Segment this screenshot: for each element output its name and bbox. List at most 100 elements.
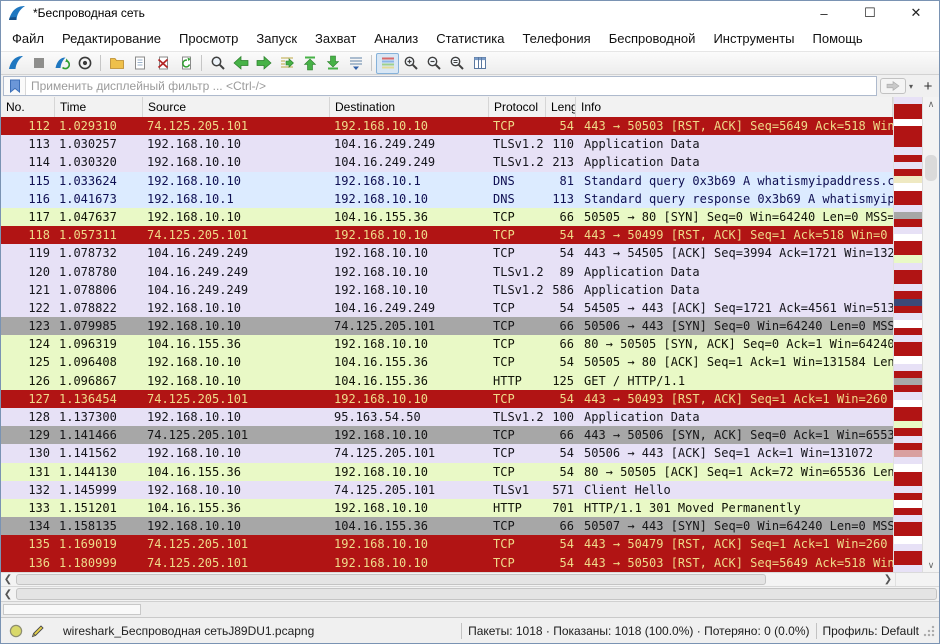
packet-row-123[interactable]: 1231.079985192.168.10.1074.125.205.101TC… <box>1 317 893 335</box>
minimap-stripe <box>894 400 922 407</box>
packet-row-130[interactable]: 1301.141562192.168.10.1074.125.205.101TC… <box>1 444 893 462</box>
cell-dst: 104.16.155.36 <box>330 517 489 535</box>
horizontal-scrollbar-list[interactable]: ❮ ❯ <box>1 572 939 586</box>
go-to-packet-icon[interactable] <box>275 53 298 74</box>
menu-item-0[interactable]: Файл <box>3 27 53 50</box>
capture-options-icon[interactable] <box>73 53 96 74</box>
packet-row-112[interactable]: 1121.02931074.125.205.101192.168.10.10TC… <box>1 117 893 135</box>
reload-file-icon[interactable] <box>174 53 197 74</box>
colorize-packets-icon[interactable] <box>376 53 399 74</box>
go-forward-icon[interactable] <box>252 53 275 74</box>
scroll-up-icon[interactable]: ∧ <box>923 97 939 111</box>
zoom-out-icon[interactable] <box>422 53 445 74</box>
horizontal-scrollbar-thumb[interactable] <box>16 574 766 585</box>
column-header-time[interactable]: Time <box>55 97 143 117</box>
close-button[interactable]: ✕ <box>893 1 939 25</box>
packet-row-122[interactable]: 1221.078822192.168.10.10104.16.249.249TC… <box>1 299 893 317</box>
packet-row-120[interactable]: 1201.078780104.16.249.249192.168.10.10TL… <box>1 263 893 281</box>
scroll-left-icon[interactable]: ❮ <box>1 573 15 586</box>
apply-filter-button[interactable] <box>880 78 906 94</box>
scroll-down-icon[interactable]: ∨ <box>923 558 939 572</box>
packet-row-125[interactable]: 1251.096408192.168.10.10104.16.155.36TCP… <box>1 353 893 371</box>
cell-no: 120 <box>1 263 55 281</box>
display-filter-input[interactable]: Применить дисплейный фильтр ... <Ctrl-/> <box>3 76 877 96</box>
packet-row-119[interactable]: 1191.078732104.16.249.249192.168.10.10TC… <box>1 244 893 262</box>
vertical-scrollbar-thumb[interactable] <box>925 155 937 181</box>
packet-row-126[interactable]: 1261.096867192.168.10.10104.16.155.36HTT… <box>1 372 893 390</box>
cell-time: 1.141562 <box>55 444 143 462</box>
packet-row-131[interactable]: 1311.144130104.16.155.36192.168.10.10TCP… <box>1 463 893 481</box>
menu-item-1[interactable]: Редактирование <box>53 27 170 50</box>
packet-row-118[interactable]: 1181.05731174.125.205.101192.168.10.10TC… <box>1 226 893 244</box>
column-header-len[interactable]: Length <box>546 97 576 117</box>
menu-item-2[interactable]: Просмотр <box>170 27 247 50</box>
packet-row-129[interactable]: 1291.14146674.125.205.101192.168.10.10TC… <box>1 426 893 444</box>
menu-item-7[interactable]: Телефония <box>513 27 599 50</box>
cell-time: 1.144130 <box>55 463 143 481</box>
cell-time: 1.029310 <box>55 117 143 135</box>
menu-item-3[interactable]: Запуск <box>247 27 306 50</box>
horizontal-scrollbar-lower[interactable]: ❮ <box>1 586 939 601</box>
menu-item-9[interactable]: Инструменты <box>704 27 803 50</box>
packet-row-121[interactable]: 1211.078806104.16.249.249192.168.10.10TL… <box>1 281 893 299</box>
menu-item-6[interactable]: Статистика <box>427 27 513 50</box>
profile-label[interactable]: Профиль: Default <box>823 624 920 638</box>
save-file-icon[interactable] <box>128 53 151 74</box>
open-file-icon[interactable] <box>105 53 128 74</box>
menu-item-4[interactable]: Захват <box>306 27 365 50</box>
column-header-info[interactable]: Info <box>576 97 893 117</box>
go-back-icon[interactable] <box>229 53 252 74</box>
packet-row-136[interactable]: 1361.18099974.125.205.101192.168.10.10TC… <box>1 554 893 572</box>
column-header-dst[interactable]: Destination <box>330 97 489 117</box>
column-header-src[interactable]: Source <box>143 97 330 117</box>
column-header-no[interactable]: No. <box>1 97 55 117</box>
filter-history-dropdown-icon[interactable]: ▾ <box>906 82 916 91</box>
filter-bookmark-icon[interactable] <box>4 77 26 95</box>
auto-scroll-icon[interactable] <box>344 53 367 74</box>
zoom-in-icon[interactable] <box>399 53 422 74</box>
cell-proto: TCP <box>489 554 546 572</box>
menu-item-8[interactable]: Беспроводной <box>600 27 705 50</box>
wireshark-window: *Беспроводная сеть – ☐ ✕ ФайлРедактирова… <box>0 0 940 644</box>
packet-row-117[interactable]: 1171.047637192.168.10.10104.16.155.36TCP… <box>1 208 893 226</box>
capture-comment-icon[interactable] <box>27 624 49 638</box>
menu-item-10[interactable]: Помощь <box>804 27 872 50</box>
packet-row-115[interactable]: 1151.033624192.168.10.10192.168.10.1DNS8… <box>1 172 893 190</box>
resize-columns-icon[interactable] <box>468 53 491 74</box>
vertical-scrollbar[interactable]: ∧ ∨ <box>922 97 939 572</box>
cell-info: 50506 → 443 [SYN] Seq=0 Win=64240 Len=0 … <box>576 317 893 335</box>
packet-row-116[interactable]: 1161.041673192.168.10.1192.168.10.10DNS1… <box>1 190 893 208</box>
scroll-right-icon[interactable]: ❯ <box>881 573 895 586</box>
stop-capture-icon[interactable] <box>27 53 50 74</box>
packet-row-124[interactable]: 1241.096319104.16.155.36192.168.10.10TCP… <box>1 335 893 353</box>
add-filter-button-button[interactable]: + <box>920 78 936 95</box>
cell-proto: HTTP <box>489 372 546 390</box>
packet-row-135[interactable]: 1351.16901974.125.205.101192.168.10.10TC… <box>1 535 893 553</box>
close-file-icon[interactable] <box>151 53 174 74</box>
cell-info: Application Data <box>576 281 893 299</box>
horizontal-scrollbar-thumb[interactable] <box>16 588 937 600</box>
zoom-original-icon[interactable] <box>445 53 468 74</box>
start-capture-icon[interactable] <box>4 53 27 74</box>
packet-row-134[interactable]: 1341.158135192.168.10.10104.16.155.36TCP… <box>1 517 893 535</box>
packet-row-127[interactable]: 1271.13645474.125.205.101192.168.10.10TC… <box>1 390 893 408</box>
column-header-proto[interactable]: Protocol <box>489 97 546 117</box>
packet-row-132[interactable]: 1321.145999192.168.10.1074.125.205.101TL… <box>1 481 893 499</box>
minimize-button[interactable]: – <box>801 1 847 25</box>
packet-row-133[interactable]: 1331.151201104.16.155.36192.168.10.10HTT… <box>1 499 893 517</box>
go-to-bottom-icon[interactable] <box>321 53 344 74</box>
packet-row-113[interactable]: 1131.030257192.168.10.10104.16.249.249TL… <box>1 135 893 153</box>
menu-item-5[interactable]: Анализ <box>365 27 427 50</box>
packet-row-128[interactable]: 1281.137300192.168.10.1095.163.54.50TLSv… <box>1 408 893 426</box>
intelligent-scrollbar-minimap[interactable] <box>893 97 922 572</box>
capture-file-name[interactable]: wireshark_Беспроводная сетьJ89DU1.pcapng <box>63 624 314 638</box>
scroll-left-icon[interactable]: ❮ <box>1 587 15 601</box>
restart-capture-icon[interactable] <box>50 53 73 74</box>
resize-grip[interactable] <box>923 625 935 637</box>
find-packet-icon[interactable] <box>206 53 229 74</box>
go-to-top-icon[interactable] <box>298 53 321 74</box>
cell-info: Standard query response 0x3b69 A whatism… <box>576 190 893 208</box>
expert-info-icon[interactable] <box>5 624 27 638</box>
maximize-button[interactable]: ☐ <box>847 1 893 25</box>
packet-row-114[interactable]: 1141.030320192.168.10.10104.16.249.249TL… <box>1 153 893 171</box>
